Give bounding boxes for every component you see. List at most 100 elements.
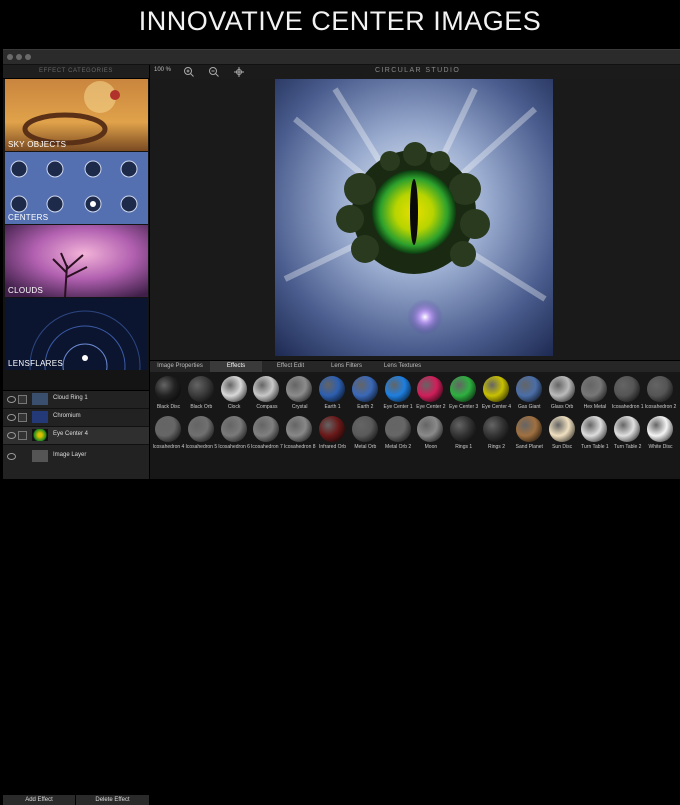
main-image[interactable] — [275, 79, 553, 356]
effect-thumbnail[interactable]: Icosahedron 4 — [152, 414, 185, 454]
effect-thumbnail[interactable]: Black Disc — [152, 374, 185, 414]
effect-thumbnail[interactable]: Rings 1 — [447, 414, 480, 454]
tab-lens-textures[interactable]: Lens Textures — [374, 361, 431, 372]
effect-preview-icon — [450, 416, 476, 442]
add-effect-button[interactable]: Add Effect — [3, 794, 75, 805]
effect-preview-icon — [253, 416, 279, 442]
tab-bar: Image Properties Effects Effect Edit Len… — [150, 361, 680, 372]
tab-effects[interactable]: Effects — [210, 361, 262, 372]
eye-icon[interactable] — [7, 453, 16, 460]
effect-preview-icon — [614, 416, 640, 442]
category-centers[interactable]: CENTERS — [5, 152, 148, 224]
effect-preview-icon — [319, 376, 345, 402]
effect-preview-icon — [319, 416, 345, 442]
app-brand: CIRCULAR STUDIO — [375, 67, 460, 74]
effect-thumbnail[interactable]: Sun Disc — [546, 414, 579, 454]
effect-preview-icon — [581, 416, 607, 442]
effect-preview-icon — [188, 416, 214, 442]
effect-preview-icon — [549, 376, 575, 402]
category-clouds[interactable]: CLOUDS — [5, 225, 148, 297]
effect-thumbnail[interactable]: Icosahedron 8 — [283, 414, 316, 454]
effect-preview-icon — [352, 376, 378, 402]
tab-lens-filters[interactable]: Lens Filters — [319, 361, 374, 372]
effect-preview-icon — [417, 376, 443, 402]
effect-thumbnail[interactable]: Eye Center 4 — [480, 374, 513, 414]
effect-preview-icon — [221, 376, 247, 402]
effect-thumbnail[interactable]: Gas Giant — [513, 374, 546, 414]
effect-thumbnail[interactable]: Infrared Orb — [316, 414, 349, 454]
category-label: CLOUDS — [8, 286, 43, 295]
layer-row[interactable]: Image Layer — [3, 448, 149, 468]
effect-thumbnail[interactable]: Earth 2 — [349, 374, 382, 414]
effect-thumbnail[interactable]: Compass — [250, 374, 283, 414]
effect-thumbnail[interactable]: Turn Table 2 — [611, 414, 644, 454]
effect-preview-icon — [221, 416, 247, 442]
app-window: EFFECT CATEGORIES SKY OBJECTS CENTERS — [3, 49, 680, 478]
effect-thumbnail[interactable]: Icosahedron 5 — [185, 414, 218, 454]
tab-effect-edit[interactable]: Effect Edit — [262, 361, 319, 372]
effect-thumbnail[interactable]: Icosahedron 7 — [250, 414, 283, 454]
layer-label: Eye Center 4 — [53, 431, 88, 437]
layers-panel: Cloud Ring 1 Chromium Eye Center 4 Image… — [3, 390, 149, 479]
close-window-button[interactable] — [7, 54, 13, 60]
effect-thumbnail[interactable]: Eye Center 3 — [447, 374, 480, 414]
zoom-out-icon[interactable] — [208, 66, 220, 78]
effect-thumbnail[interactable]: Icosahedron 6 — [218, 414, 251, 454]
effect-preview-icon — [385, 376, 411, 402]
effect-thumbnail[interactable]: Icosahedron 2 — [644, 374, 677, 414]
effect-thumbnail[interactable]: Icosahedron 1 — [611, 374, 644, 414]
layer-row[interactable]: Cloud Ring 1 — [3, 391, 149, 409]
delete-effect-button[interactable]: Delete Effect — [76, 794, 149, 805]
effect-thumbnail[interactable]: Hex Metal — [578, 374, 611, 414]
effects-panel: Image Properties Effects Effect Edit Len… — [150, 360, 680, 479]
layer-thumbnail — [32, 450, 48, 462]
minimize-window-button[interactable] — [16, 54, 22, 60]
effect-thumbnail[interactable]: Rings 2 — [480, 414, 513, 454]
effect-preview-icon — [647, 416, 673, 442]
layer-checkbox[interactable] — [18, 395, 27, 404]
sidebar: EFFECT CATEGORIES SKY OBJECTS CENTERS — [3, 65, 150, 478]
effect-thumbnail[interactable]: Eye Center 1 — [382, 374, 415, 414]
effect-thumbnail[interactable]: Metal Orb 2 — [382, 414, 415, 454]
eye-icon[interactable] — [7, 414, 16, 421]
eye-icon[interactable] — [7, 396, 16, 403]
category-lensflares[interactable]: LENSFLARES — [5, 298, 148, 370]
layer-label: Chromium — [53, 413, 81, 419]
effect-preview-icon — [614, 376, 640, 402]
effect-thumbnail[interactable]: Crystal — [283, 374, 316, 414]
canvas-area — [150, 79, 680, 360]
effect-preview-icon — [549, 416, 575, 442]
effect-preview-icon — [450, 376, 476, 402]
effect-thumbnail[interactable]: Sand Planet — [513, 414, 546, 454]
zoom-level: 100 % — [154, 67, 171, 73]
zoom-in-icon[interactable] — [183, 66, 195, 78]
effect-thumbnail[interactable]: Moon — [414, 414, 447, 454]
effect-preview-icon — [352, 416, 378, 442]
layer-thumbnail — [32, 411, 48, 423]
effect-thumbnail[interactable]: Clock — [218, 374, 251, 414]
effect-preview-icon — [647, 376, 673, 402]
effect-thumbnail[interactable]: Glass Orb — [546, 374, 579, 414]
tab-image-properties[interactable]: Image Properties — [150, 361, 210, 372]
toolbar: 100 % CIRCULAR STUDIO — [150, 65, 680, 79]
layer-checkbox[interactable] — [18, 431, 27, 440]
effect-thumbnail[interactable]: Earth 1 — [316, 374, 349, 414]
effect-preview-icon — [483, 416, 509, 442]
effect-thumbnail[interactable]: White Disc — [644, 414, 677, 454]
layer-thumbnail — [32, 393, 48, 405]
move-icon[interactable] — [233, 66, 245, 78]
category-sky-objects[interactable]: SKY OBJECTS — [5, 79, 148, 151]
layer-checkbox[interactable] — [18, 413, 27, 422]
effect-thumbnail[interactable]: Turn Table 1 — [578, 414, 611, 454]
layer-row[interactable]: Chromium — [3, 409, 149, 427]
effect-thumbnail[interactable]: Metal Orb — [349, 414, 382, 454]
layer-row[interactable]: Eye Center 4 — [3, 427, 149, 445]
zoom-window-button[interactable] — [25, 54, 31, 60]
effect-thumbnail[interactable]: Black Orb — [185, 374, 218, 414]
effect-thumbnail[interactable]: Eye Center 2 — [414, 374, 447, 414]
effect-preview-icon — [155, 416, 181, 442]
effect-preview-icon — [253, 376, 279, 402]
banner-title: INNOVATIVE CENTER IMAGES — [0, 6, 680, 37]
category-label: SKY OBJECTS — [8, 140, 66, 149]
eye-icon[interactable] — [7, 432, 16, 439]
